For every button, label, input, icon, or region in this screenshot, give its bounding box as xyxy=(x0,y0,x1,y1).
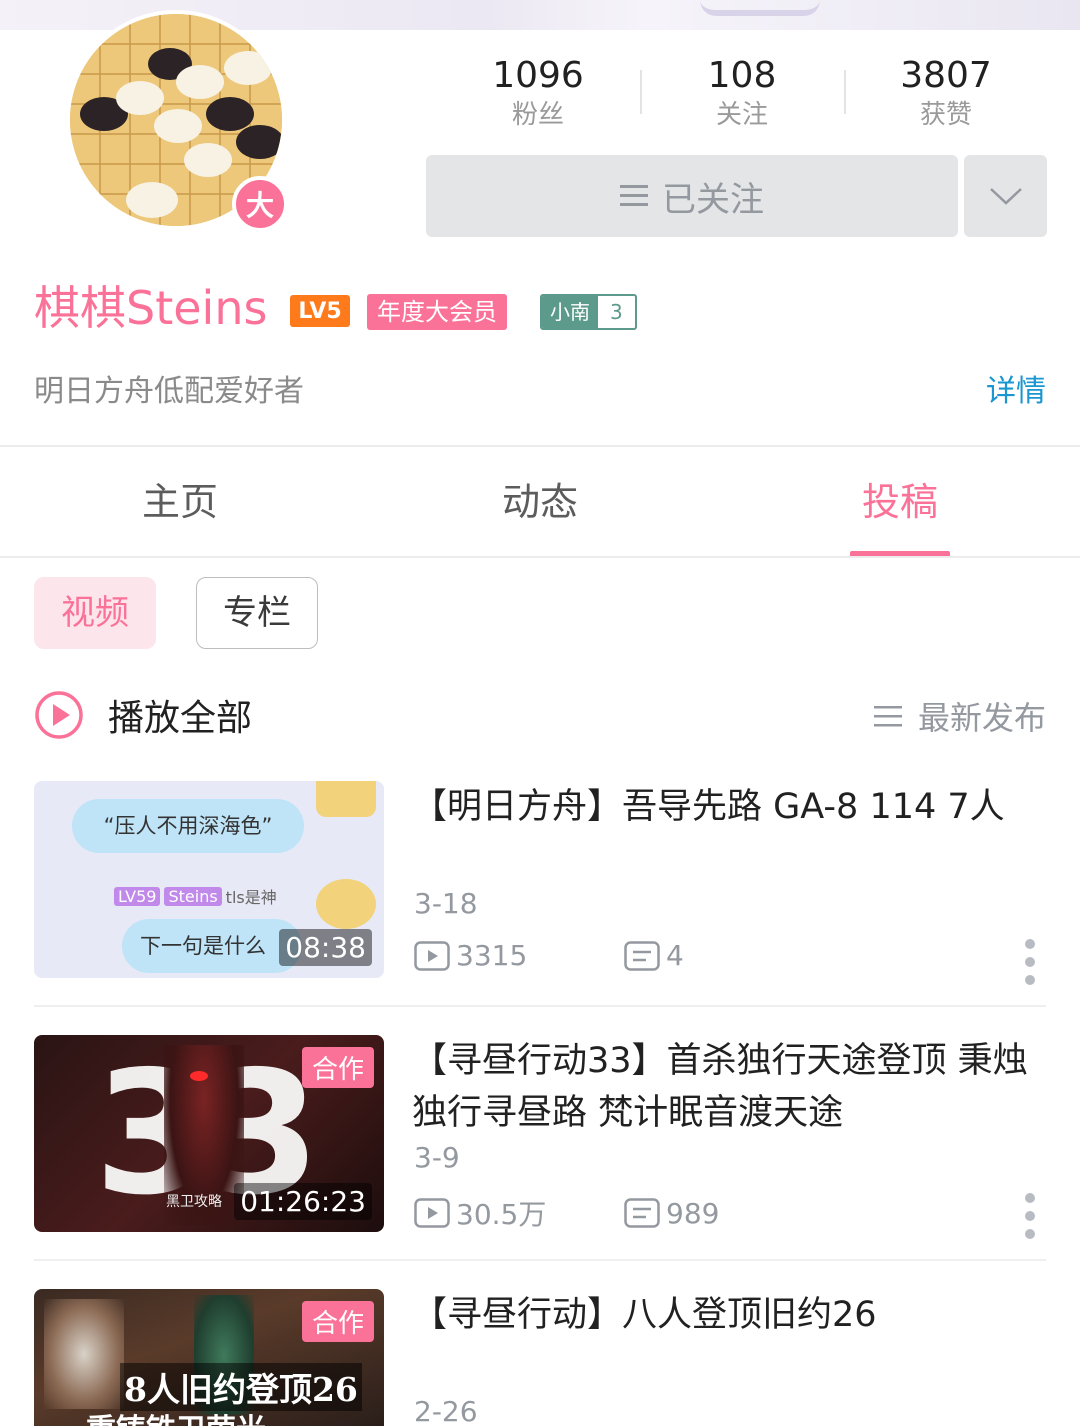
video-duration: 01:26:23 xyxy=(234,1183,372,1220)
medal-level: 3 xyxy=(610,300,623,324)
red-eye xyxy=(190,1071,208,1081)
video-date: 2-26 xyxy=(414,1395,478,1426)
profile-tabs: 主页 动态 投稿 xyxy=(0,447,1080,557)
stat-value: 3807 xyxy=(900,55,992,96)
operator-figure xyxy=(44,1299,124,1409)
avatar-badge: 大 xyxy=(232,176,288,232)
go-sticker xyxy=(316,879,376,929)
tab-uploads[interactable]: 投稿 xyxy=(720,447,1080,557)
video-card[interactable]: 8人旧约登顶26 重铸铁卫荣光 合作 【寻昼行动】八人登顶旧约26 2-26 xyxy=(34,1289,1046,1426)
sort-label: 最新发布 xyxy=(917,699,1046,737)
video-date: 3-18 xyxy=(414,887,478,920)
play-count-icon xyxy=(414,1198,450,1228)
stat-likes[interactable]: 3807 获赞 xyxy=(844,54,1048,134)
video-card[interactable]: 33 黑卫攻略 合作 01:26:23 【寻昼行动33】首杀独行天途登顶 秉烛独… xyxy=(34,1035,1046,1239)
menu-icon xyxy=(620,185,648,207)
thumb-title: 8人旧约登顶26 xyxy=(120,1363,362,1411)
comment-icon xyxy=(624,1198,660,1228)
medal-name: 小南 xyxy=(542,296,598,328)
tab-dynamics[interactable]: 动态 xyxy=(360,447,720,557)
followed-label: 已关注 xyxy=(662,179,764,220)
stat-label: 关注 xyxy=(715,100,768,130)
video-meta: 30.5万 989 xyxy=(414,1193,719,1233)
go-sticker xyxy=(316,781,376,817)
video-date: 3-9 xyxy=(414,1141,460,1174)
thumb-subtitle: 重铸铁卫荣光 xyxy=(86,1405,266,1426)
menu-icon xyxy=(873,706,902,727)
stats-row: 1096 粉丝 108 关注 3807 获赞 xyxy=(436,54,1048,134)
divider xyxy=(0,556,1080,558)
vip-badge[interactable]: 年度大会员 xyxy=(367,294,507,330)
subtab-column[interactable]: 专栏 xyxy=(196,577,318,649)
collab-tag: 合作 xyxy=(301,1047,374,1088)
level-badge: LV5 xyxy=(290,295,350,327)
video-title[interactable]: 【明日方舟】吾导先路 GA-8 114 7人 xyxy=(412,781,1042,833)
video-thumbnail[interactable]: “压人不用深海色” LV59 Steins tls是神 下一句是什么 08:38 xyxy=(34,781,384,978)
divider xyxy=(34,1259,1046,1261)
play-all-button[interactable]: 播放全部 xyxy=(34,688,252,742)
stat-value: 1096 xyxy=(492,55,584,96)
tab-home[interactable]: 主页 xyxy=(0,447,360,557)
divider xyxy=(34,1005,1046,1007)
stat-value: 108 xyxy=(707,55,777,96)
video-title[interactable]: 【寻昼行动33】首杀独行天途登顶 秉烛独行寻昼路 梵计眠音渡天途 xyxy=(412,1035,1042,1139)
video-title[interactable]: 【寻昼行动】八人登顶旧约26 xyxy=(412,1289,1042,1341)
video-meta: 3315 4 xyxy=(414,939,684,972)
stat-label: 粉丝 xyxy=(511,100,564,130)
stat-fans[interactable]: 1096 粉丝 xyxy=(436,54,640,134)
more-options-icon[interactable] xyxy=(1020,935,1040,989)
subtab-video[interactable]: 视频 xyxy=(34,577,156,649)
user-name: 棋棋Steins xyxy=(34,281,268,335)
video-thumbnail[interactable]: 8人旧约登顶26 重铸铁卫荣光 合作 xyxy=(34,1289,384,1426)
play-count-icon xyxy=(414,940,450,971)
stat-label: 获赞 xyxy=(919,100,972,130)
banner-decoration xyxy=(700,0,820,16)
chevron-down-icon xyxy=(989,188,1022,205)
play-all-label: 播放全部 xyxy=(108,698,253,739)
thumb-caption: 黑卫攻略 xyxy=(166,1194,222,1210)
video-duration: 08:38 xyxy=(279,929,372,966)
comment-count: 989 xyxy=(624,1197,719,1230)
view-count: 30.5万 xyxy=(414,1193,624,1233)
play-circle-icon xyxy=(35,691,83,739)
comment-count: 4 xyxy=(624,939,684,972)
video-card[interactable]: “压人不用深海色” LV59 Steins tls是神 下一句是什么 08:38 【… xyxy=(34,781,1046,985)
video-thumbnail[interactable]: 33 黑卫攻略 合作 01:26:23 xyxy=(34,1035,384,1232)
sort-button[interactable]: 最新发布 xyxy=(873,694,1046,738)
follow-options-button[interactable] xyxy=(964,155,1047,237)
user-bio: 明日方舟低配爱好者 xyxy=(34,374,304,409)
fan-medal[interactable]: 小南 3 xyxy=(540,294,637,330)
collab-tag: 合作 xyxy=(301,1301,374,1342)
thumb-chat-bubble: 下一句是什么 xyxy=(122,919,302,973)
thumb-user-tag: LV59 Steins tls是神 xyxy=(114,884,277,908)
followed-button[interactable]: 已关注 xyxy=(426,155,958,237)
comment-icon xyxy=(624,940,660,971)
detail-link[interactable]: 详情 xyxy=(986,372,1046,412)
more-options-icon[interactable] xyxy=(1020,1189,1040,1243)
thumb-chat-bubble: “压人不用深海色” xyxy=(72,799,304,853)
view-count: 3315 xyxy=(414,939,624,972)
stat-following[interactable]: 108 关注 xyxy=(640,54,844,134)
